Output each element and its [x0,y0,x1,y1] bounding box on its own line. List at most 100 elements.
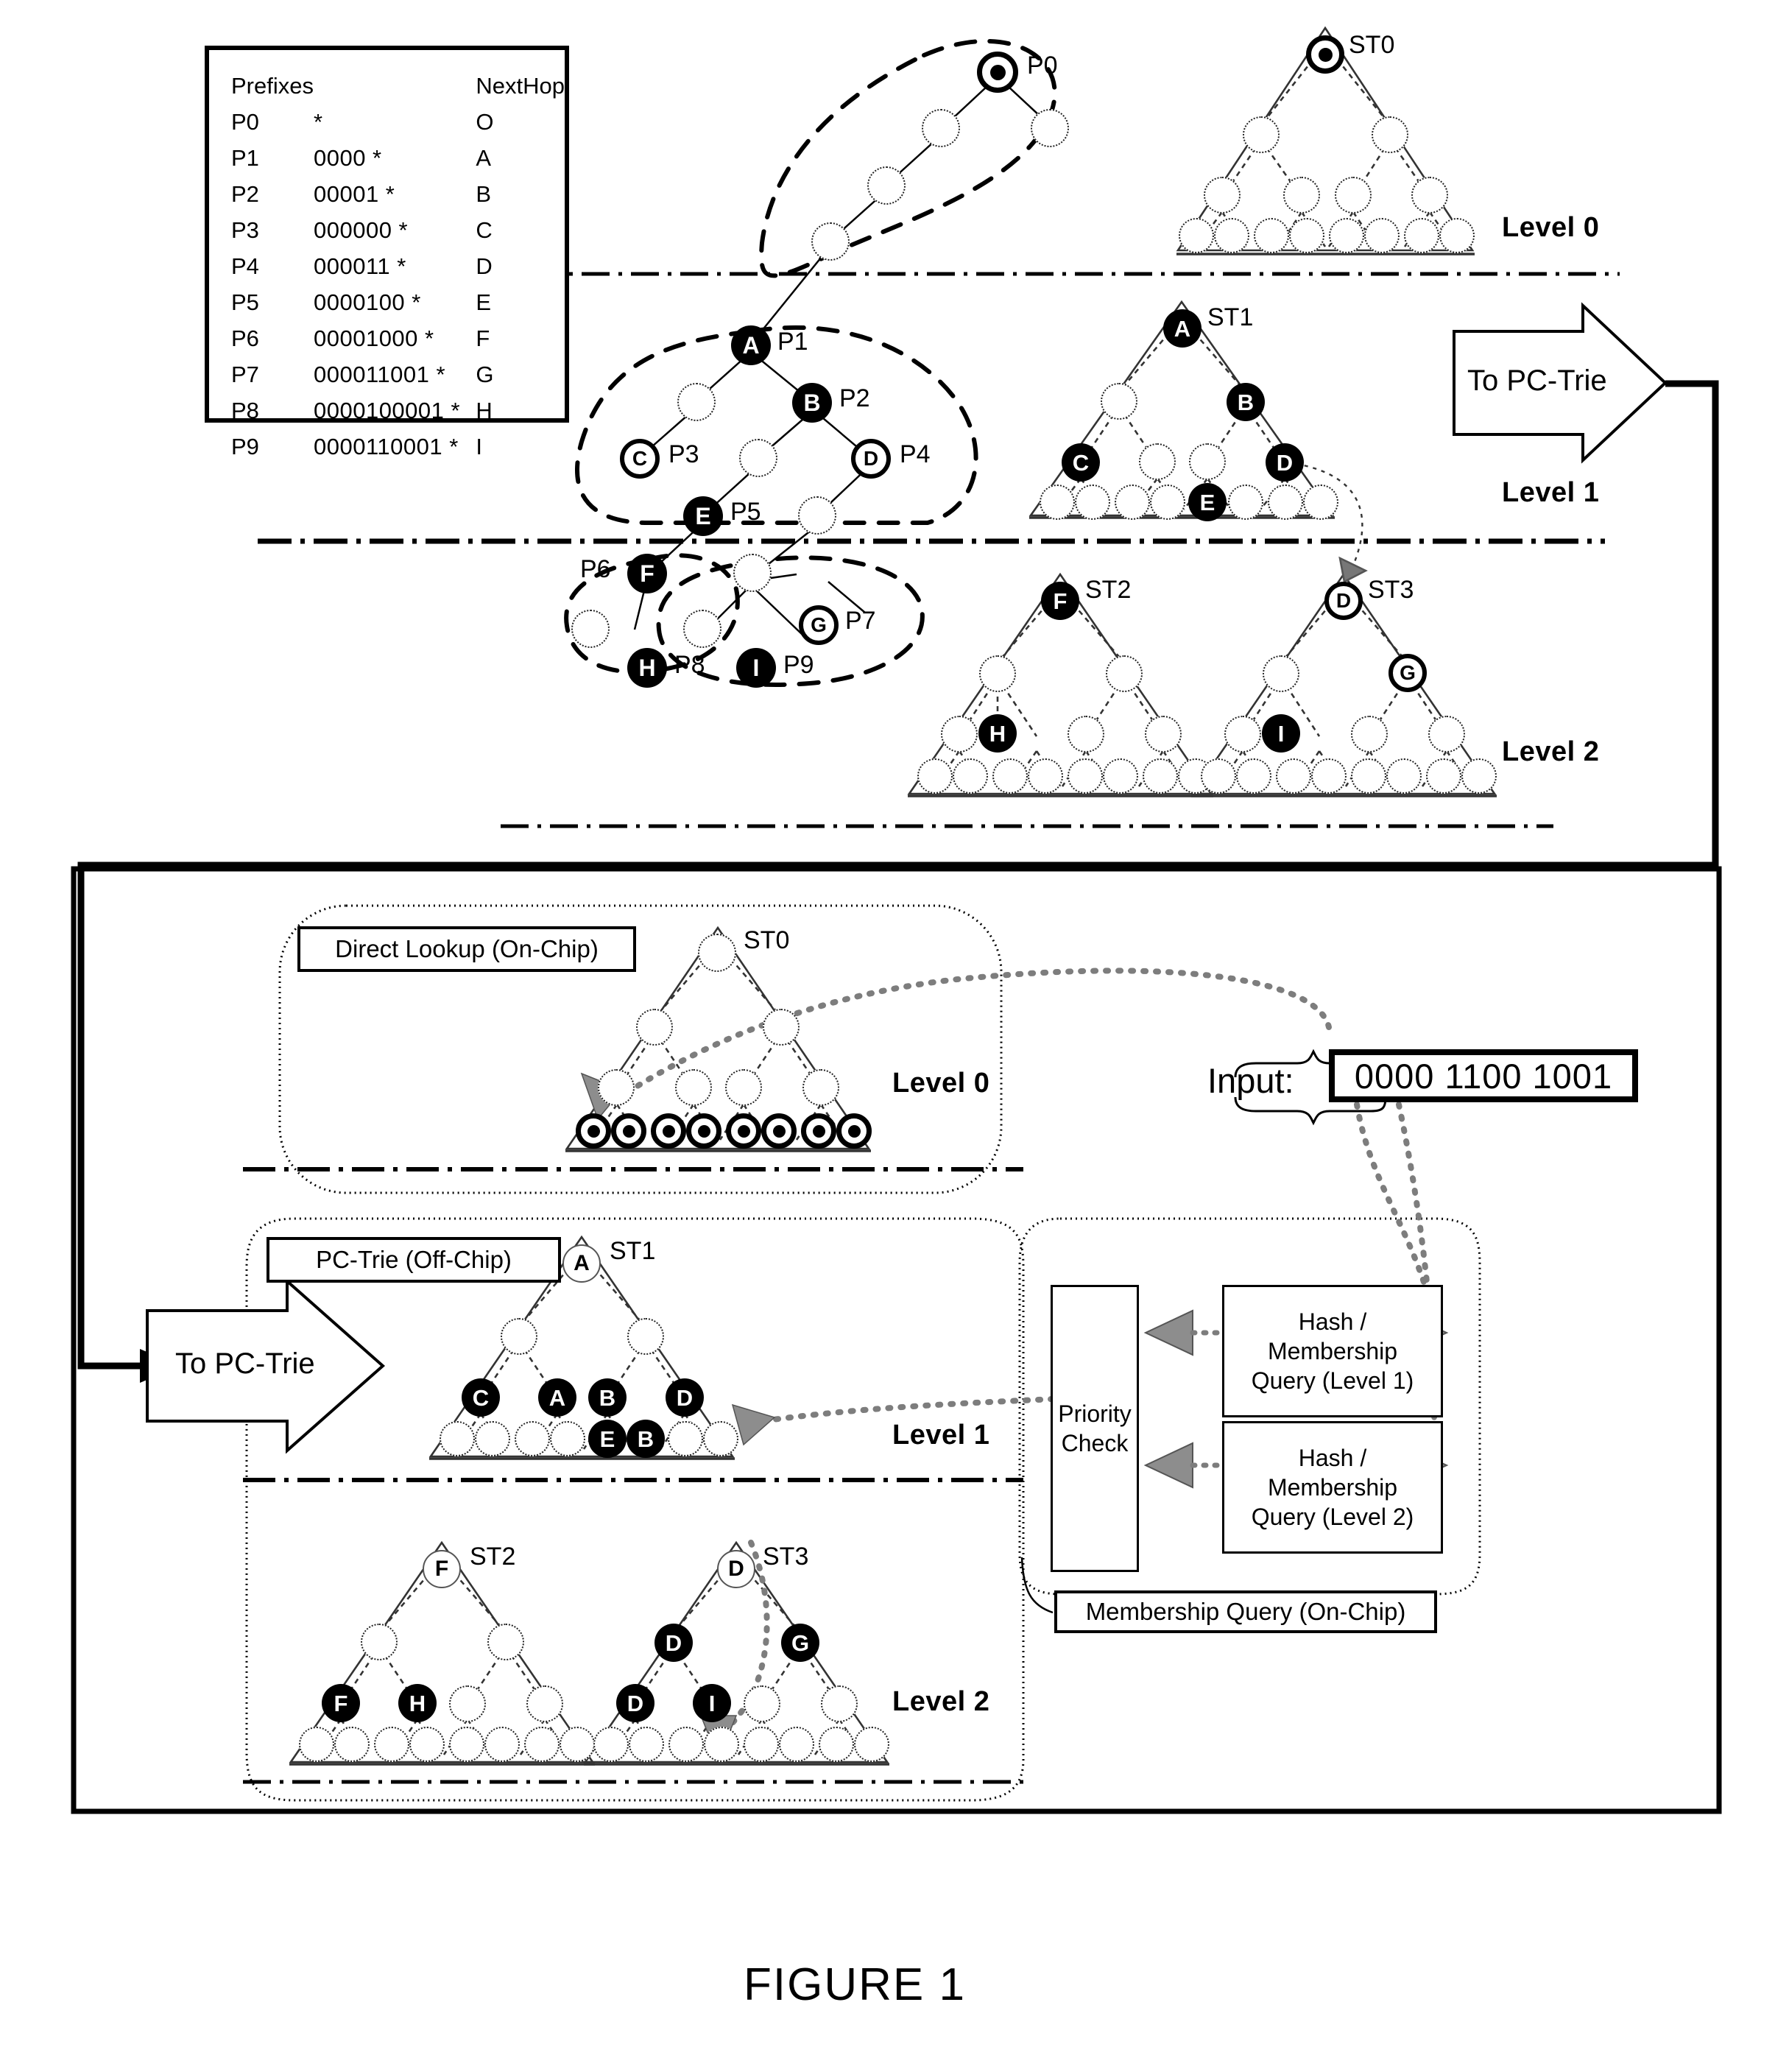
level-0-label-bottom: Level 0 [892,1068,990,1099]
to-pc-trie-label-bottom[interactable]: To PC-Trie [175,1347,315,1381]
st1b-node-d: D [666,1378,704,1417]
trie-node-d: D [851,439,891,479]
prefix-bits: * [313,109,323,135]
prefix-hop: C [476,217,493,243]
trie-node-b: B [792,383,832,423]
prefix-bits: 00001 * [313,181,395,207]
st2b-node-h: H [398,1684,437,1722]
hash-membership-query-level2-box: Hash / Membership Query (Level 2) [1222,1421,1443,1554]
label-p2: P2 [839,384,870,412]
label-st2-top: ST2 [1085,576,1132,604]
st3-leaf [1426,758,1461,794]
st3b-node-g: G [781,1624,819,1662]
st2b-node [361,1624,398,1660]
st0-leaf [1254,218,1289,253]
label-st1-top: ST1 [1207,303,1254,331]
st2-leaf [953,758,988,794]
st2b-leaf [299,1727,334,1762]
prefix-hop: D [476,253,493,279]
prefix-bits: 000000 * [313,217,409,243]
label-p5: P5 [730,498,761,526]
label-p9: P9 [783,651,814,679]
st2b-leaf [524,1727,560,1762]
trie-node [677,383,716,421]
st3-node [1428,716,1465,753]
st1-node-c: C [1062,443,1100,482]
table-row: P8 0000100001 * H [231,392,565,429]
st2-leaf [917,758,953,794]
trie-node [683,610,721,648]
st3b-node-i: I [693,1684,731,1722]
st3b-leaf [704,1727,739,1762]
prefix-hop: H [476,398,493,423]
to-pc-trie-label-top[interactable]: To PC-Trie [1467,364,1607,398]
st1b-leaf-e: E [588,1420,627,1458]
table-row: P0 * O [231,104,565,140]
st3b-leaf [593,1727,629,1762]
hash-l1-line-1: Hash / [1298,1308,1367,1335]
st3b-leaf [779,1727,814,1762]
arrow-hash2-to-priority [1143,1442,1193,1489]
st1-leaf [1115,484,1150,520]
hash-l2-line-2: Membership [1267,1474,1398,1501]
table-row: P5 0000100 * E [231,284,565,320]
st2b-node [487,1624,524,1660]
st3b-node-d2: D [616,1684,654,1722]
st2-node [941,716,978,753]
arrow-hash1-to-priority [1143,1309,1193,1356]
st3-node-g: G [1388,654,1427,692]
st2-leaf [1103,758,1138,794]
st3-leaf [1201,758,1236,794]
st0b-leaf-o [576,1113,611,1149]
hash-l2-line-1: Hash / [1298,1445,1367,1471]
st3b-node-d: D [654,1624,693,1662]
hash-l1-line-3: Query (Level 1) [1251,1367,1414,1394]
st3b-leaf [744,1727,779,1762]
input-value-box[interactable]: 0000 1100 1001 [1329,1049,1638,1102]
st2b-leaf [449,1727,484,1762]
trie-node-a: A [731,325,771,365]
st2-node [979,655,1016,692]
st0b-node [802,1069,839,1106]
prefix-bits: 000011 * [313,253,406,279]
st3-node [1351,716,1388,753]
st1b-leaf [668,1421,703,1456]
label-st2-bottom: ST2 [470,1543,516,1571]
st3-leaf [1461,758,1497,794]
st0b-leaf-o [801,1113,836,1149]
flow-arrowhead-st1 [731,1403,776,1446]
st1-root-node-a: A [1163,309,1202,348]
prefix-id: P6 [231,325,259,351]
st2b-leaf [409,1727,445,1762]
priority-check-line-1: Priority [1058,1400,1132,1427]
st1b-root-node-a: A [562,1244,601,1283]
trie-node [733,554,772,592]
prefix-hop: A [476,145,492,171]
label-p7: P7 [845,607,876,635]
level-1-label-bottom: Level 1 [892,1420,990,1451]
trie-node [739,439,777,477]
prefix-hop: F [476,325,490,351]
st3-node-i: I [1262,714,1300,753]
trie-node [571,610,610,648]
st0b-node [675,1069,712,1106]
st2b-node [526,1685,563,1722]
st0b-leaf-o [836,1113,872,1149]
st0-root-node-o [1306,35,1344,74]
table-row: P6 00001000 * F [231,320,565,356]
prefix-hop: B [476,181,492,207]
header-nexthop: NextHop [476,73,565,99]
table-row: P3 000000 * C [231,212,565,248]
prefix-hop: G [476,362,494,387]
hash-l1-line-2: Membership [1267,1338,1398,1364]
label-p3: P3 [668,440,699,468]
st0-leaf [1289,218,1324,253]
prefix-bits: 00001000 * [313,325,434,351]
prefix-id: P2 [231,181,259,207]
st0-node [1335,177,1372,214]
st2-leaf [1143,758,1178,794]
input-chunk-1: 1100 [1444,1056,1522,1096]
level-2-label-top: Level 2 [1502,736,1600,767]
st1b-leaf [515,1421,550,1456]
prefix-bits: 000011001 * [313,362,446,387]
